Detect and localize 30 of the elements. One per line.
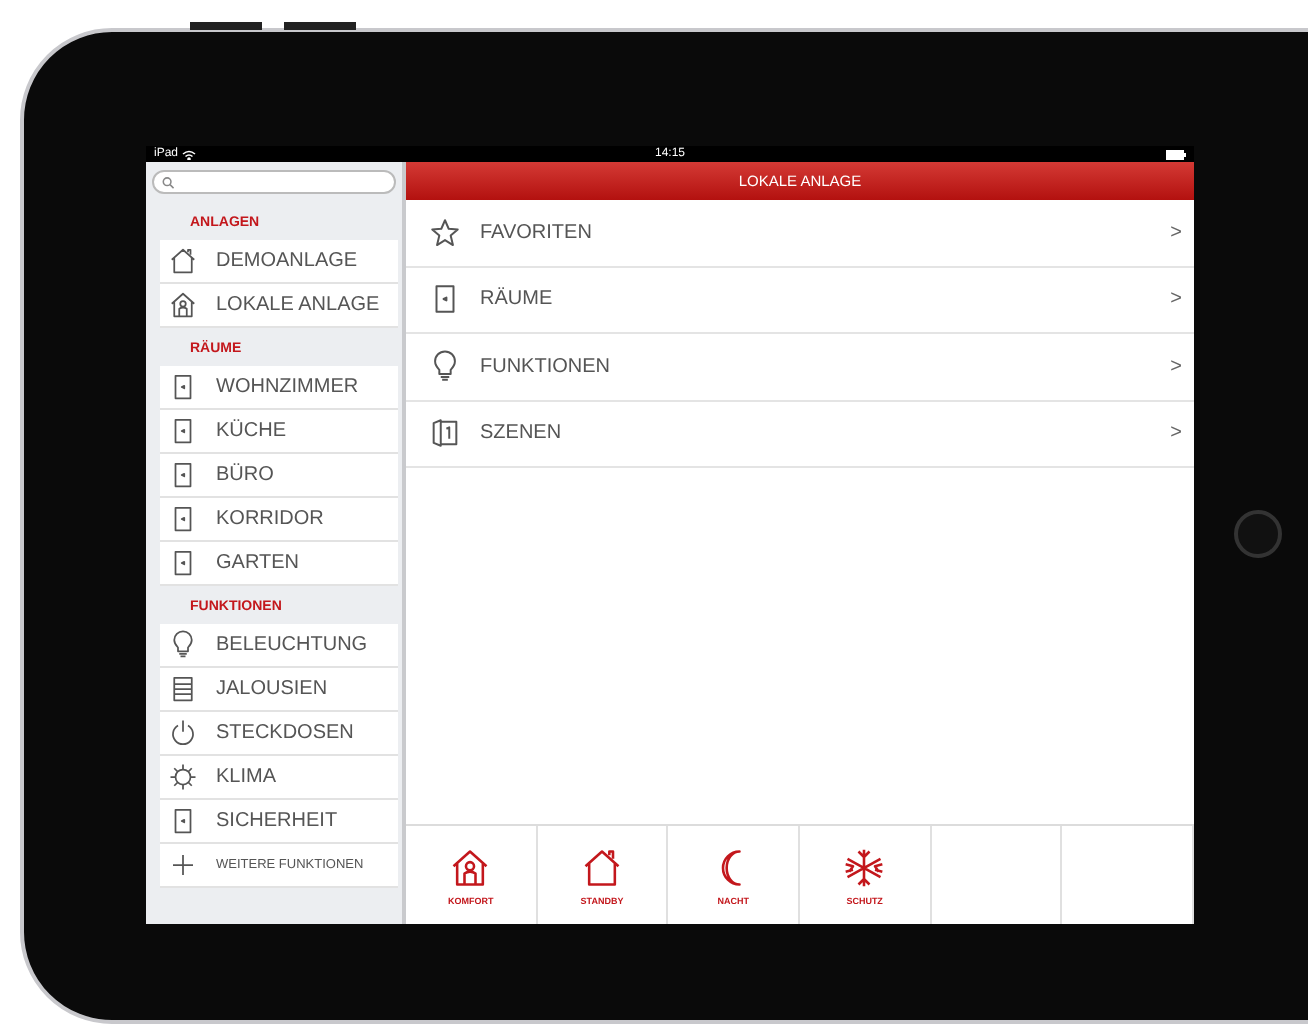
sidebar-item[interactable]: SICHERHEIT <box>160 800 398 844</box>
sidebar-item[interactable]: JALOUSIEN <box>160 668 398 712</box>
row-label: RÄUME <box>480 288 555 311</box>
chevron-icon: > <box>1170 288 1182 311</box>
sidebar-item[interactable]: DEMOANLAGE <box>160 240 398 284</box>
sidebar-item[interactable]: LOKALE ANLAGE <box>160 284 398 328</box>
sidebar-item[interactable]: KORRIDOR <box>160 498 398 542</box>
wifi-icon <box>182 149 197 159</box>
search-field[interactable] <box>152 170 396 194</box>
sidebar-item[interactable]: GARTEN <box>160 542 398 586</box>
row-label: FUNKTIONEN <box>480 355 612 378</box>
power-button[interactable] <box>284 22 356 30</box>
volume-button[interactable] <box>190 22 262 30</box>
menu-row[interactable]: SZENEN > <box>406 401 1194 468</box>
menu-row[interactable]: FUNKTIONEN > <box>406 334 1194 401</box>
search-icon <box>162 175 175 189</box>
sidebar-item[interactable]: KLIMA <box>160 756 398 800</box>
chevron-icon: > <box>1170 355 1182 378</box>
row-label: SZENEN <box>480 422 564 445</box>
sidebar-item[interactable]: WOHNZIMMER <box>160 366 398 410</box>
row-label: FAVORITEN <box>480 221 594 244</box>
sidebar-item[interactable]: BÜRO <box>160 454 398 498</box>
chevron-icon: > <box>1170 221 1182 244</box>
sidebar-item[interactable]: STECKDOSEN <box>160 712 398 756</box>
menu-row[interactable]: RÄUME > <box>406 267 1194 334</box>
menu-row[interactable]: FAVORITEN > <box>406 200 1194 267</box>
battery-icon <box>1166 149 1186 159</box>
sidebar-item[interactable]: BELEUCHTUNG <box>160 624 398 668</box>
chevron-icon: > <box>1170 422 1182 445</box>
sidebar-item[interactable]: KÜCHE <box>160 410 398 454</box>
